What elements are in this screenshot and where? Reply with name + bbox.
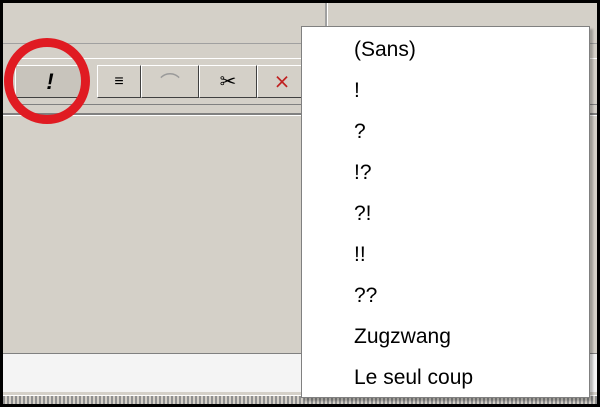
list-button[interactable]: ≡ [97,65,141,98]
scissors-icon: ✂ [219,71,237,93]
annotation-dropdown-menu: (Sans) ! ? !? ?! !! ?? Zugzwang Le seul … [301,26,590,398]
annotation-button[interactable]: ! [15,65,85,98]
delete-move-button[interactable]: ⨯ [257,65,307,98]
menu-item-only-move[interactable]: Le seul coup [354,365,473,391]
arc-button[interactable]: ⌒ [141,65,199,98]
delete-move-icon: ⨯ [273,71,291,93]
menu-item-interesting[interactable]: !? [354,160,372,186]
arc-icon: ⌒ [160,73,180,95]
menu-item-zugzwang[interactable]: Zugzwang [354,324,451,350]
menu-item-brilliant[interactable]: !! [354,242,366,268]
list-lines-icon: ≡ [114,72,124,90]
menu-item-dubious[interactable]: ?! [354,201,372,227]
cut-button[interactable]: ✂ [199,65,257,98]
menu-item-sans[interactable]: (Sans) [354,37,416,63]
menu-item-mistake[interactable]: ? [354,119,366,145]
menu-item-good-move[interactable]: ! [354,78,360,104]
menu-item-blunder[interactable]: ?? [354,283,377,309]
exclamation-icon: ! [46,68,54,94]
